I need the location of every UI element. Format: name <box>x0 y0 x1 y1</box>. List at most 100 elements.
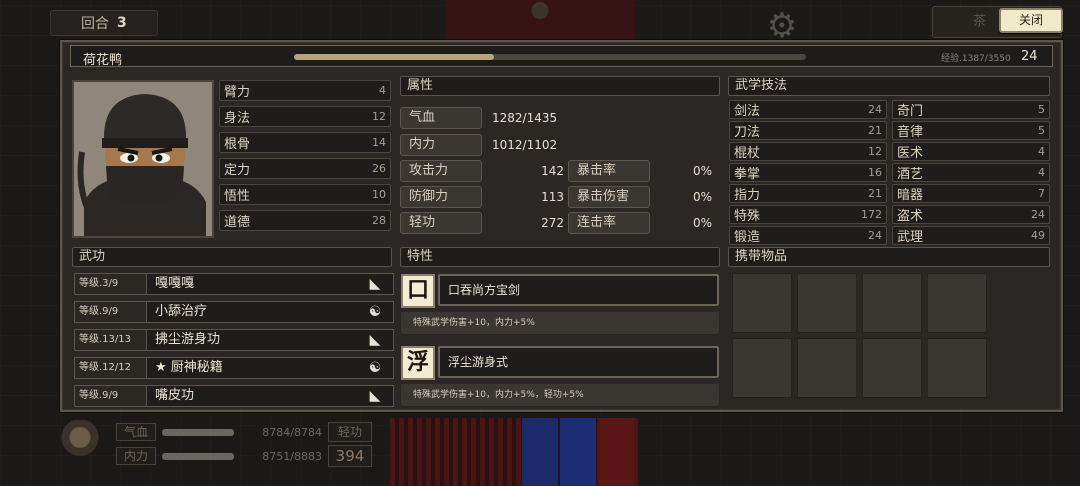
menu-button-label: 茶 <box>973 14 987 29</box>
party-hp-label: 气血 <box>116 423 156 441</box>
martial-skill-label: 特殊 <box>734 209 761 224</box>
base-stat-value: 12 <box>372 110 386 123</box>
inventory-slot[interactable] <box>732 273 792 333</box>
martial-skill-label: 医术 <box>897 146 924 161</box>
attribute-value: 142 <box>541 164 564 178</box>
character-name: 荷花鸭 <box>83 53 123 68</box>
martial-skill-row: 医术 4 <box>892 142 1050 161</box>
character-title-bar: 荷花鸭 经验.1387/3550 24 <box>70 45 1053 68</box>
party-hp-value: 8784/8784 <box>262 425 322 439</box>
martial-skill-value: 12 <box>868 145 882 158</box>
kungfu-level: 等级.12/12 <box>75 358 147 378</box>
character-panel: 荷花鸭 经验.1387/3550 24 臂力 4 身法 12 根骨 14 定力 26 悟性 10 道… <box>60 40 1063 412</box>
martial-skill-label: 暗器 <box>897 188 924 203</box>
martial-skill-label: 奇门 <box>897 104 924 119</box>
martial-skills-header: 武学技法 <box>728 76 1050 96</box>
martial-skill-row: 棍杖 12 <box>729 142 887 161</box>
base-stat-row: 悟性 10 <box>219 184 391 205</box>
attribute-label: 连击率 <box>568 212 650 234</box>
attribute-label: 攻击力 <box>400 160 482 182</box>
kungfu-item[interactable]: 等级.13/13 拂尘游身功 ◣ <box>74 329 394 351</box>
base-stat-value: 10 <box>372 188 386 201</box>
kungfu-item[interactable]: 等级.12/12 ★ 厨神秘籍 ☯ <box>74 357 394 379</box>
martial-skill-row: 刀法 21 <box>729 121 887 140</box>
martial-skill-label: 武理 <box>897 230 924 245</box>
attribute-value: 113 <box>541 190 564 204</box>
inventory-header: 携带物品 <box>728 247 1050 267</box>
base-stat-row: 道德 28 <box>219 210 391 231</box>
attribute-label: 暴击伤害 <box>568 186 650 208</box>
martial-skill-row: 武理 49 <box>892 226 1050 245</box>
martial-skill-value: 4 <box>1038 145 1045 158</box>
kungfu-item[interactable]: 等级.9/9 小舔治疗 ☯ <box>74 301 394 323</box>
map-character-sprite <box>528 0 552 26</box>
mp-row: 内力 1012/1102 <box>400 134 720 156</box>
map-tile-blue <box>560 418 596 486</box>
trait-glyph-icon: 口 <box>401 274 435 308</box>
inventory-slot[interactable] <box>732 338 792 398</box>
trait-description: 特殊武学伤害+10，内力+5% <box>401 312 719 334</box>
inventory-slot[interactable] <box>797 338 857 398</box>
martial-skill-label: 拳掌 <box>734 167 761 182</box>
base-stat-label: 悟性 <box>224 189 251 204</box>
martial-skill-label: 锻造 <box>734 230 761 245</box>
inventory-slot[interactable] <box>862 273 922 333</box>
exp-bar-fill <box>294 54 494 60</box>
inventory-slot[interactable] <box>927 273 987 333</box>
party-hp-line: 气血 8784/8784 轻功 <box>116 422 381 442</box>
exp-bar <box>294 54 806 60</box>
base-stat-value: 28 <box>372 214 386 227</box>
attributes-header: 属性 <box>400 76 720 96</box>
party-avatar[interactable] <box>56 420 104 470</box>
close-button[interactable]: 关闭 <box>999 8 1063 33</box>
martial-skill-value: 16 <box>868 166 882 179</box>
hp-label: 气血 <box>400 107 482 129</box>
base-stat-row: 定力 26 <box>219 158 391 179</box>
trait-description: 特殊武学伤害+10，内力+5%，轻功+5% <box>401 384 719 406</box>
base-stat-value: 14 <box>372 136 386 149</box>
kungfu-item[interactable]: 等级.3/9 嘎嘎嘎 ◣ <box>74 273 394 295</box>
party-hp-bar <box>162 428 234 436</box>
party-speed-value: 394 <box>328 445 372 467</box>
martial-skill-value: 5 <box>1038 103 1045 116</box>
character-level: 24 <box>1021 49 1038 64</box>
base-stat-row: 身法 12 <box>219 106 391 127</box>
gear-icon[interactable]: ⚙ <box>760 8 804 44</box>
kungfu-item[interactable]: 等级.9/9 嘴皮功 ◣ <box>74 385 394 407</box>
martial-skill-row: 盗术 24 <box>892 205 1050 224</box>
attribute-value: 0% <box>692 216 712 230</box>
party-status-bar: 气血 8784/8784 轻功 内力 8751/8883 394 <box>50 418 385 476</box>
inventory-slot[interactable] <box>797 273 857 333</box>
martial-skill-value: 21 <box>868 187 882 200</box>
martial-skill-label: 棍杖 <box>734 146 761 161</box>
martial-skill-row: 剑法 24 <box>729 100 887 119</box>
attribute-row: 防御力 113 暴击伤害 0% <box>400 186 720 208</box>
kungfu-level: 等级.3/9 <box>75 274 147 294</box>
round-counter: 回合 3 <box>50 10 158 36</box>
martial-skill-value: 21 <box>868 124 882 137</box>
base-stat-row: 根骨 14 <box>219 132 391 153</box>
base-stat-label: 身法 <box>224 111 251 126</box>
base-stat-value: 4 <box>379 84 386 97</box>
trait-glyph-icon: 浮 <box>401 346 435 380</box>
attribute-label: 暴击率 <box>568 160 650 182</box>
base-stat-value: 26 <box>372 162 386 175</box>
party-mp-bar <box>162 452 234 460</box>
base-stat-label: 根骨 <box>224 137 251 152</box>
martial-skill-value: 4 <box>1038 166 1045 179</box>
round-value: 3 <box>117 15 127 31</box>
kungfu-header: 武功 <box>72 247 392 267</box>
martial-skill-value: 24 <box>868 229 882 242</box>
inventory-slot[interactable] <box>862 338 922 398</box>
trait-name[interactable]: 口吞尚方宝剑 <box>438 274 719 306</box>
fan-icon: ◣ <box>369 276 381 292</box>
round-label: 回合 <box>81 16 109 32</box>
martial-skill-value: 7 <box>1038 187 1045 200</box>
base-stat-label: 定力 <box>224 163 251 178</box>
martial-skill-row: 拳掌 16 <box>729 163 887 182</box>
hp-row: 气血 1282/1435 <box>400 107 720 129</box>
trait-name[interactable]: 浮尘游身式 <box>438 346 719 378</box>
inventory-slot[interactable] <box>927 338 987 398</box>
kungfu-name: 嘎嘎嘎 <box>155 276 195 291</box>
yin-yang-icon: ☯ <box>368 360 382 376</box>
